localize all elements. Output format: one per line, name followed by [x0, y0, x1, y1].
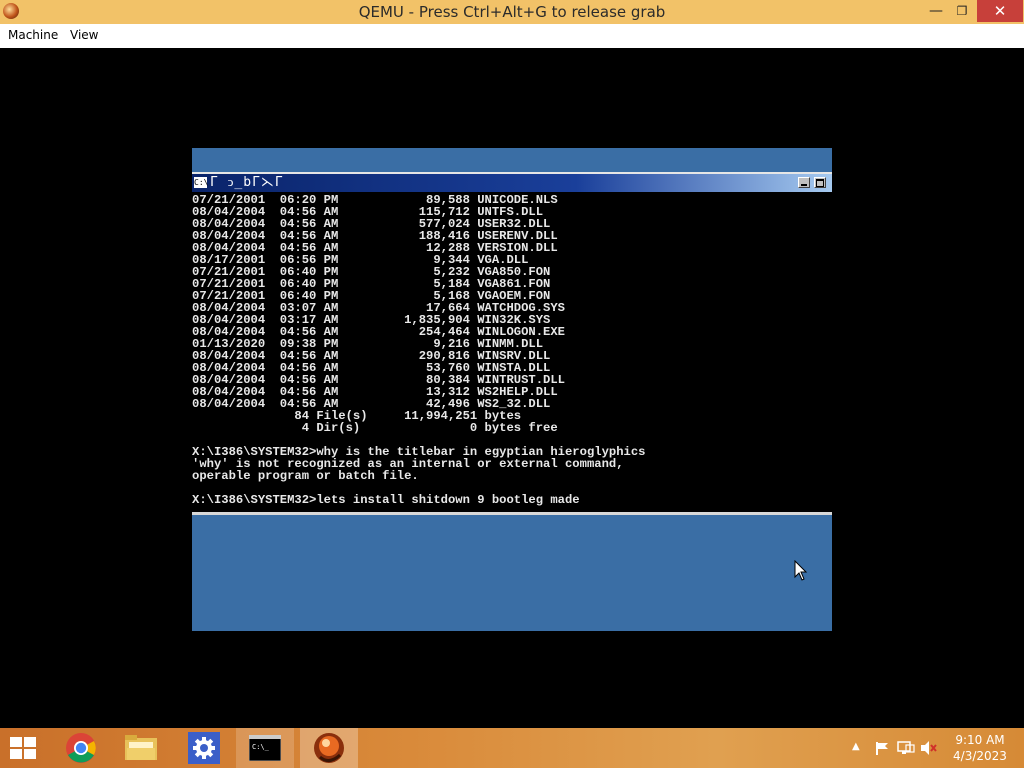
minimize-button[interactable]: — — [922, 0, 950, 22]
taskbar-settings[interactable] — [176, 728, 234, 768]
console-system-icon[interactable]: C:\ — [194, 177, 208, 188]
gear-icon — [193, 737, 215, 759]
network-icon[interactable] — [897, 740, 915, 756]
console-window[interactable]: C:\ Г ↄ_bГ⋋Г 07/21/2001 06:20 PM 89,588 … — [192, 172, 832, 512]
qemu-icon — [314, 733, 344, 763]
taskbar: C:\_ ▲ 9:10 AM 4/3/2023 — [0, 728, 1024, 768]
clock-date: 4/3/2023 — [953, 749, 1007, 763]
guest-desktop-top — [192, 148, 832, 172]
console-maximize-button[interactable] — [814, 177, 826, 188]
clock-time: 9:10 AM — [955, 733, 1005, 747]
windows-logo-icon — [10, 737, 38, 759]
command-prompt-icon: C:\_ — [249, 735, 281, 761]
chrome-icon — [66, 733, 96, 763]
console-output[interactable]: 07/21/2001 06:20 PM 89,588 UNICODE.NLS 0… — [192, 194, 832, 512]
taskbar-chrome[interactable] — [52, 728, 110, 768]
console-minimize-button[interactable] — [798, 177, 810, 188]
svg-text:C:\_: C:\_ — [252, 743, 270, 751]
maximize-button[interactable]: ❐ — [948, 0, 976, 22]
menu-machine[interactable]: Machine — [8, 28, 58, 42]
taskbar-clock[interactable]: 9:10 AM 4/3/2023 — [944, 732, 1016, 764]
guest-desktop-bottom — [192, 512, 832, 631]
console-title-glyphs: Г ↄ_bГ⋋Г — [210, 175, 284, 190]
start-button[interactable] — [0, 728, 48, 768]
folder-icon — [125, 735, 157, 760]
mouse-cursor-icon — [794, 560, 808, 581]
taskbar-qemu[interactable] — [300, 728, 358, 768]
close-button[interactable]: ✕ — [977, 0, 1023, 22]
taskbar-file-explorer[interactable] — [112, 728, 170, 768]
menu-bar: Machine View — [0, 24, 1024, 48]
taskbar-command-prompt[interactable]: C:\_ — [236, 728, 294, 768]
console-line: operable program or batch file. — [192, 469, 419, 483]
console-line: 4 Dir(s) 0 bytes free — [192, 421, 558, 435]
console-prompt-line[interactable]: X:\I386\SYSTEM32>lets install shitdown 9… — [192, 494, 832, 506]
host-titlebar[interactable]: QEMU - Press Ctrl+Alt+G to release grab … — [0, 0, 1024, 24]
window-title: QEMU - Press Ctrl+Alt+G to release grab — [358, 3, 666, 21]
action-center-flag-icon[interactable] — [874, 740, 890, 756]
system-tray: ▲ — [848, 728, 944, 768]
volume-muted-icon[interactable] — [920, 740, 938, 756]
menu-view[interactable]: View — [70, 28, 98, 42]
console-titlebar[interactable]: C:\ Г ↄ_bГ⋋Г — [192, 172, 832, 192]
tray-chevron-icon[interactable]: ▲ — [852, 741, 860, 752]
